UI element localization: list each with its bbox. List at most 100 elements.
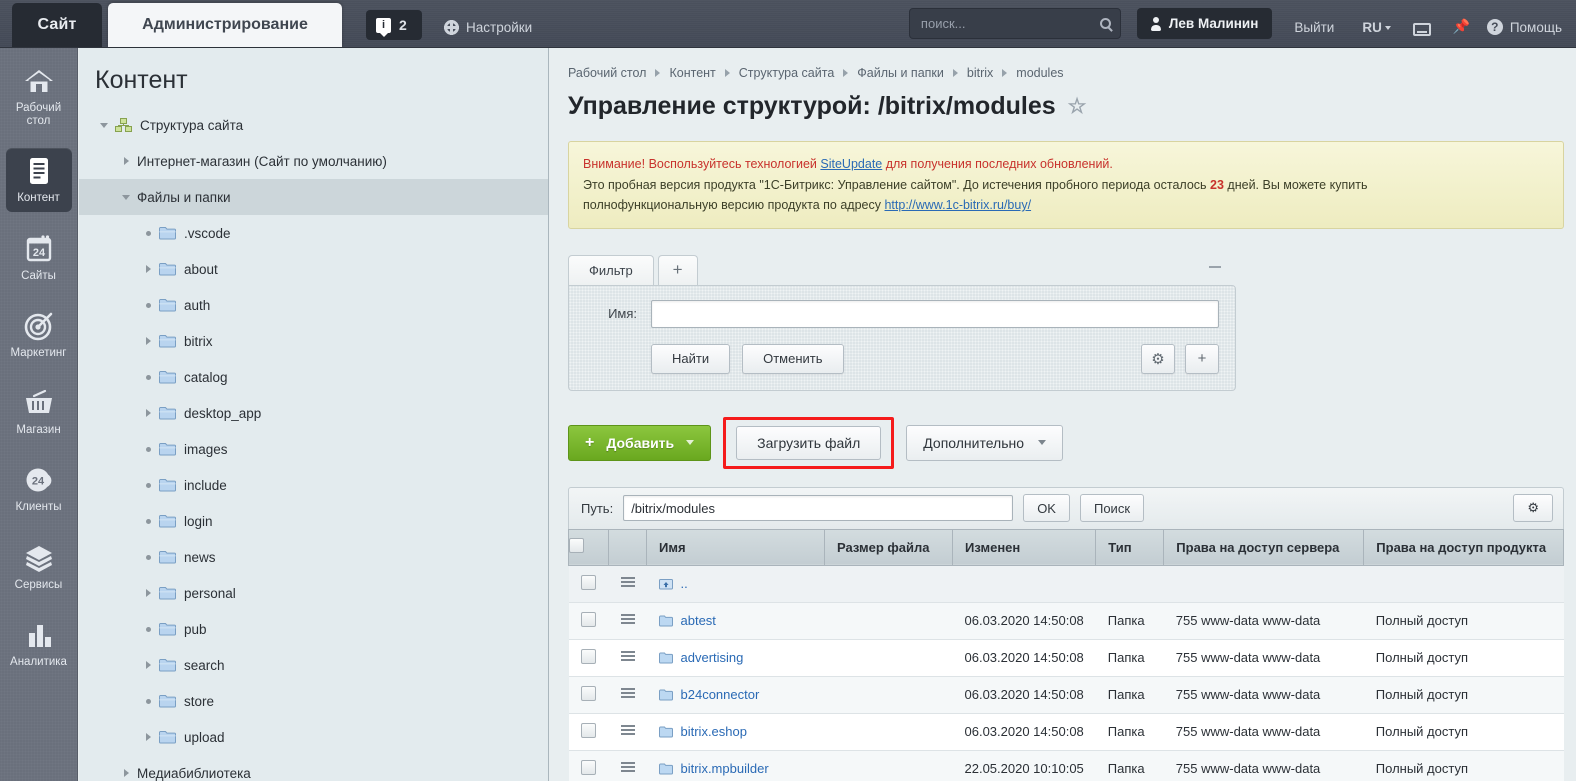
star-outline-icon[interactable]: ☆: [1068, 94, 1087, 119]
rail-item-marketing[interactable]: Маркетинг: [6, 303, 72, 366]
rail-item-desktop[interactable]: Рабочий стол: [6, 58, 72, 134]
tab-site[interactable]: Сайт: [12, 3, 102, 47]
breadcrumb-item[interactable]: Контент: [669, 66, 715, 80]
breadcrumb-item[interactable]: Структура сайта: [739, 66, 835, 80]
expand-arrow-icon[interactable]: [137, 265, 159, 273]
breadcrumb-item[interactable]: Файлы и папки: [857, 66, 944, 80]
tree-node[interactable]: images: [79, 431, 548, 467]
expand-arrow-icon[interactable]: [137, 661, 159, 669]
path-ok-button[interactable]: OK: [1023, 494, 1070, 523]
row-menu-cell[interactable]: [608, 750, 647, 781]
tree-node[interactable]: Медиабиблиотека: [79, 755, 548, 781]
folder-link[interactable]: advertising: [658, 650, 813, 665]
row-name-cell[interactable]: bitrix.mpbuilder: [646, 750, 825, 781]
row-checkbox-cell[interactable]: [568, 639, 609, 677]
row-checkbox-cell[interactable]: [568, 602, 609, 640]
checkbox-icon[interactable]: [581, 574, 596, 590]
collapse-arrow-icon[interactable]: [93, 122, 115, 128]
folder-link[interactable]: bitrix.mpbuilder: [658, 761, 813, 776]
buy-link[interactable]: http://www.1c-bitrix.ru/buy/: [884, 198, 1031, 212]
rail-item-analytics[interactable]: Аналитика: [6, 612, 72, 675]
row-menu-cell[interactable]: [608, 639, 647, 677]
user-menu-button[interactable]: Лев Малинин: [1136, 8, 1273, 39]
tree-node[interactable]: pub: [79, 611, 548, 647]
cancel-filter-button[interactable]: Отменить: [742, 343, 844, 374]
folder-link[interactable]: bitrix.eshop: [658, 724, 813, 739]
help-button[interactable]: ? Помощь: [1486, 19, 1562, 35]
add-filter-tab-icon[interactable]: +: [657, 254, 698, 285]
tree-node[interactable]: auth: [79, 287, 548, 323]
add-button[interactable]: + Добавить: [568, 424, 712, 461]
pin-icon[interactable]: [1453, 18, 1470, 36]
language-selector[interactable]: RU: [1362, 20, 1391, 35]
collapse-arrow-icon[interactable]: [115, 194, 137, 200]
tree-node[interactable]: store: [79, 683, 548, 719]
expand-arrow-icon[interactable]: [137, 589, 159, 597]
parent-folder-link[interactable]: ..: [658, 576, 813, 591]
row-menu-cell[interactable]: [608, 676, 647, 714]
tree-node[interactable]: Структура сайта: [79, 107, 548, 143]
filter-tab[interactable]: Фильтр: [568, 254, 654, 285]
column-name[interactable]: Имя: [646, 528, 825, 566]
tree-node[interactable]: .vscode: [79, 215, 548, 251]
select-all-cell[interactable]: [568, 528, 609, 566]
notifications-badge[interactable]: i 2: [366, 10, 422, 40]
filter-name-input[interactable]: [651, 299, 1219, 328]
collapse-filter-icon[interactable]: [1209, 265, 1221, 268]
global-search[interactable]: [908, 8, 1121, 39]
rail-item-clients[interactable]: 24 Клиенты: [6, 457, 72, 520]
tree-node[interactable]: news: [79, 539, 548, 575]
expand-arrow-icon[interactable]: [137, 337, 159, 345]
checkbox-icon[interactable]: [581, 611, 596, 627]
row-menu-icon[interactable]: [620, 612, 635, 626]
checkbox-icon[interactable]: [581, 722, 596, 738]
tree-node[interactable]: upload: [79, 719, 548, 755]
tree-node[interactable]: login: [79, 503, 548, 539]
filter-settings-gear-icon[interactable]: ⚙: [1141, 343, 1175, 374]
folder-link[interactable]: b24connector: [658, 687, 813, 702]
column-modified[interactable]: Изменен: [951, 528, 1097, 566]
filter-add-icon[interactable]: +: [1185, 343, 1219, 374]
breadcrumb-item[interactable]: Рабочий стол: [568, 66, 646, 80]
row-menu-icon[interactable]: [620, 760, 635, 774]
rail-item-services[interactable]: Сервисы: [6, 535, 72, 598]
row-menu-icon[interactable]: [620, 723, 635, 737]
table-row[interactable]: b24connector 06.03.2020 14:50:08 Папка 755 …: [568, 676, 1564, 714]
expand-arrow-icon[interactable]: [115, 157, 137, 165]
table-settings-gear-icon[interactable]: ⚙: [1513, 494, 1553, 523]
table-row[interactable]: abtest 06.03.2020 14:50:08 Папка 755 www-da…: [568, 602, 1564, 640]
siteupdate-link[interactable]: SiteUpdate: [820, 157, 882, 171]
expand-arrow-icon[interactable]: [115, 769, 137, 777]
row-menu-cell[interactable]: [608, 713, 647, 751]
row-name-cell[interactable]: advertising: [646, 639, 825, 677]
tree-node[interactable]: bitrix: [79, 323, 548, 359]
breadcrumb-item[interactable]: bitrix: [967, 66, 993, 80]
row-name-cell[interactable]: bitrix.eshop: [646, 713, 825, 751]
tab-administration[interactable]: Администрирование: [108, 3, 342, 47]
tree-node[interactable]: search: [79, 647, 548, 683]
row-name-cell[interactable]: abtest: [646, 602, 825, 640]
row-menu-icon[interactable]: [620, 575, 635, 589]
path-input[interactable]: /bitrix/modules: [623, 495, 1014, 522]
upload-file-button[interactable]: Загрузить файл: [736, 425, 882, 460]
keyboard-icon[interactable]: [1412, 23, 1431, 36]
column-server-rights[interactable]: Права на доступ сервера: [1163, 528, 1365, 566]
tree-node[interactable]: include: [79, 467, 548, 503]
row-checkbox-cell[interactable]: [568, 565, 609, 603]
column-product-rights[interactable]: Права на доступ продукта: [1363, 528, 1564, 566]
row-menu-icon[interactable]: [620, 649, 635, 663]
checkbox-icon[interactable]: [581, 648, 596, 664]
row-menu-cell[interactable]: [608, 602, 647, 640]
rail-item-sites[interactable]: 24 Сайты: [6, 226, 72, 289]
table-row[interactable]: advertising 06.03.2020 14:50:08 Папка 755 w…: [568, 639, 1564, 677]
column-type[interactable]: Тип: [1095, 528, 1165, 566]
tree-node[interactable]: Интернет-магазин (Сайт по умолчанию): [79, 143, 548, 179]
search-input[interactable]: [918, 15, 1100, 32]
breadcrumb-item[interactable]: modules: [1016, 66, 1063, 80]
expand-arrow-icon[interactable]: [137, 733, 159, 741]
logout-link[interactable]: Выйти: [1294, 20, 1334, 35]
tree-node[interactable]: desktop_app: [79, 395, 548, 431]
settings-button[interactable]: Настройки: [444, 20, 532, 35]
expand-arrow-icon[interactable]: [137, 409, 159, 417]
row-checkbox-cell[interactable]: [568, 713, 609, 751]
